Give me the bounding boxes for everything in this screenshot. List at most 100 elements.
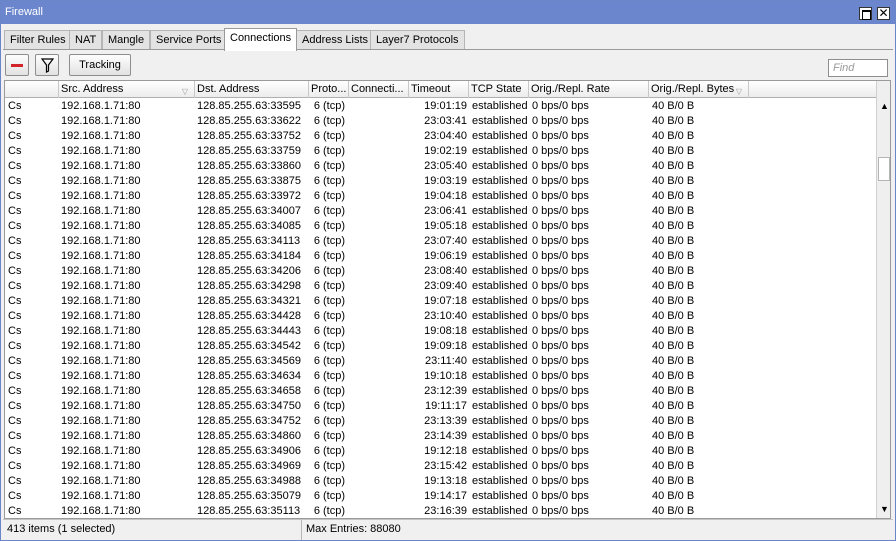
col-proto-label: Proto... <box>311 83 347 95</box>
table-row[interactable]: Cs 192.168.1.71:80 128.85.255.63:34569 6 (t… <box>5 354 876 369</box>
row-rate: 0 bps/0 bps <box>532 220 589 232</box>
col-protocol[interactable]: Proto... <box>309 81 349 98</box>
tab-mangle[interactable]: Mangle <box>102 30 151 50</box>
col-tcp-state[interactable]: TCP State <box>469 81 529 98</box>
table-row[interactable]: Cs 192.168.1.71:80 128.85.255.63:34184 6 (t… <box>5 249 876 264</box>
row-src-address: 192.168.1.71:80 <box>61 445 141 457</box>
col-rate[interactable]: Orig./Repl. Rate <box>529 81 649 98</box>
row-timeout: 19:03:19 <box>424 175 467 187</box>
row-flags: Cs <box>8 205 22 217</box>
table-row[interactable]: Cs 192.168.1.71:80 128.85.255.63:34988 6 (t… <box>5 474 876 489</box>
table-row[interactable]: Cs 192.168.1.71:80 128.85.255.63:33752 6 (t… <box>5 129 876 144</box>
table-row[interactable]: Cs 192.168.1.71:80 128.85.255.63:33875 6 (t… <box>5 174 876 189</box>
row-protocol: 6 (tcp) <box>313 130 345 142</box>
row-dst-address: 128.85.255.63:35113 <box>197 505 301 517</box>
find-input[interactable] <box>828 59 888 77</box>
row-dst-address: 128.85.255.63:34085 <box>197 220 301 232</box>
col-connection[interactable]: Connecti... <box>349 81 409 98</box>
row-src-address: 192.168.1.71:80 <box>61 220 141 232</box>
table-row[interactable]: Cs 192.168.1.71:80 128.85.255.63:35079 6 (t… <box>5 489 876 504</box>
table-row[interactable]: Cs 192.168.1.71:80 128.85.255.63:34428 6 (t… <box>5 309 876 324</box>
scroll-thumb[interactable] <box>878 157 890 181</box>
table-row[interactable]: Cs 192.168.1.71:80 128.85.255.63:34750 6 (t… <box>5 399 876 414</box>
row-flags: Cs <box>8 505 22 517</box>
table-row[interactable]: Cs 192.168.1.71:80 128.85.255.63:34113 6 (t… <box>5 234 876 249</box>
row-tcp-state: established <box>472 265 528 277</box>
row-tcp-state: established <box>472 310 528 322</box>
tab-filter-rules[interactable]: Filter Rules <box>4 30 72 50</box>
close-icon[interactable]: ✕ <box>877 6 890 20</box>
table-row[interactable]: Cs 192.168.1.71:80 128.85.255.63:34298 6 (t… <box>5 279 876 294</box>
row-bytes: 40 B/0 B <box>652 385 695 397</box>
table-row[interactable]: Cs 192.168.1.71:80 128.85.255.63:34860 6 (t… <box>5 429 876 444</box>
restore-window-icon[interactable] <box>859 7 872 20</box>
table-row[interactable]: Cs 192.168.1.71:80 128.85.255.63:35113 6 (t… <box>5 504 876 518</box>
row-protocol: 6 (tcp) <box>313 475 345 487</box>
table-row[interactable]: Cs 192.168.1.71:80 128.85.255.63:34085 6 (t… <box>5 219 876 234</box>
row-rate: 0 bps/0 bps <box>532 190 589 202</box>
row-src-address: 192.168.1.71:80 <box>61 100 141 112</box>
row-bytes: 40 B/0 B <box>652 130 695 142</box>
tab-bar: Filter Rules NAT Mangle Service Ports Co… <box>4 28 894 51</box>
table-row[interactable]: Cs 192.168.1.71:80 128.85.255.63:33622 6 (t… <box>5 114 876 129</box>
table-row[interactable]: Cs 192.168.1.71:80 128.85.255.63:33972 6 (t… <box>5 189 876 204</box>
tab-connections[interactable]: Connections <box>224 28 298 51</box>
col-flags[interactable] <box>5 81 59 98</box>
row-protocol: 6 (tcp) <box>313 175 345 187</box>
row-bytes: 40 B/0 B <box>652 280 695 292</box>
table-row[interactable]: Cs 192.168.1.71:80 128.85.255.63:34206 6 (t… <box>5 264 876 279</box>
row-tcp-state: established <box>472 145 528 157</box>
table-row[interactable]: Cs 192.168.1.71:80 128.85.255.63:34658 6 (t… <box>5 384 876 399</box>
remove-button[interactable] <box>5 54 29 76</box>
row-rate: 0 bps/0 bps <box>532 295 589 307</box>
table-row[interactable]: Cs 192.168.1.71:80 128.85.255.63:34752 6 (t… <box>5 414 876 429</box>
row-flags: Cs <box>8 460 22 472</box>
tab-layer7-protocols[interactable]: Layer7 Protocols <box>370 30 465 50</box>
table-row[interactable]: Cs 192.168.1.71:80 128.85.255.63:34007 6 (t… <box>5 204 876 219</box>
tab-service-ports[interactable]: Service Ports <box>150 30 228 50</box>
row-bytes: 40 B/0 B <box>652 475 695 487</box>
row-flags: Cs <box>8 325 22 337</box>
table-row[interactable]: Cs 192.168.1.71:80 128.85.255.63:34443 6 (t… <box>5 324 876 339</box>
table-row[interactable]: Cs 192.168.1.71:80 128.85.255.63:34634 6 (t… <box>5 369 876 384</box>
row-flags: Cs <box>8 490 22 502</box>
row-src-address: 192.168.1.71:80 <box>61 295 141 307</box>
row-timeout: 19:04:18 <box>424 190 467 202</box>
col-bytes[interactable]: Orig./Repl. Bytes ▽ <box>649 81 749 98</box>
row-protocol: 6 (tcp) <box>313 370 345 382</box>
vertical-scrollbar[interactable]: ▲ ▼ <box>876 81 890 518</box>
row-protocol: 6 (tcp) <box>313 265 345 277</box>
col-dst-address[interactable]: Dst. Address <box>195 81 309 98</box>
row-protocol: 6 (tcp) <box>313 430 345 442</box>
row-flags: Cs <box>8 265 22 277</box>
row-timeout: 23:10:40 <box>424 310 467 322</box>
row-tcp-state: established <box>472 505 528 517</box>
table-row[interactable]: Cs 192.168.1.71:80 128.85.255.63:34906 6 (t… <box>5 444 876 459</box>
tab-nat[interactable]: NAT <box>69 30 103 50</box>
table-row[interactable]: Cs 192.168.1.71:80 128.85.255.63:33860 6 (t… <box>5 159 876 174</box>
table-row[interactable]: Cs 192.168.1.71:80 128.85.255.63:34542 6 (t… <box>5 339 876 354</box>
row-src-address: 192.168.1.71:80 <box>61 205 141 217</box>
table-row[interactable]: Cs 192.168.1.71:80 128.85.255.63:33595 6 (t… <box>5 99 876 114</box>
row-rate: 0 bps/0 bps <box>532 475 589 487</box>
tracking-button[interactable]: Tracking <box>69 54 131 76</box>
row-rate: 0 bps/0 bps <box>532 145 589 157</box>
table-row[interactable]: Cs 192.168.1.71:80 128.85.255.63:34321 6 (t… <box>5 294 876 309</box>
scroll-up-icon[interactable]: ▲ <box>877 98 890 114</box>
table-row[interactable]: Cs 192.168.1.71:80 128.85.255.63:33759 6 (t… <box>5 144 876 159</box>
row-rate: 0 bps/0 bps <box>532 340 589 352</box>
row-bytes: 40 B/0 B <box>652 340 695 352</box>
row-rate: 0 bps/0 bps <box>532 325 589 337</box>
row-bytes: 40 B/0 B <box>652 295 695 307</box>
tab-address-lists[interactable]: Address Lists <box>296 30 375 50</box>
filter-button[interactable] <box>35 54 59 76</box>
title-bar[interactable]: Firewall ✕ <box>1 1 895 24</box>
col-conn-label: Connecti... <box>351 83 404 95</box>
row-flags: Cs <box>8 310 22 322</box>
row-rate: 0 bps/0 bps <box>532 490 589 502</box>
row-rate: 0 bps/0 bps <box>532 430 589 442</box>
col-src-address[interactable]: Src. Address ▽ <box>59 81 195 98</box>
col-timeout[interactable]: Timeout <box>409 81 469 98</box>
scroll-down-icon[interactable]: ▼ <box>877 501 890 517</box>
table-row[interactable]: Cs 192.168.1.71:80 128.85.255.63:34969 6 (t… <box>5 459 876 474</box>
